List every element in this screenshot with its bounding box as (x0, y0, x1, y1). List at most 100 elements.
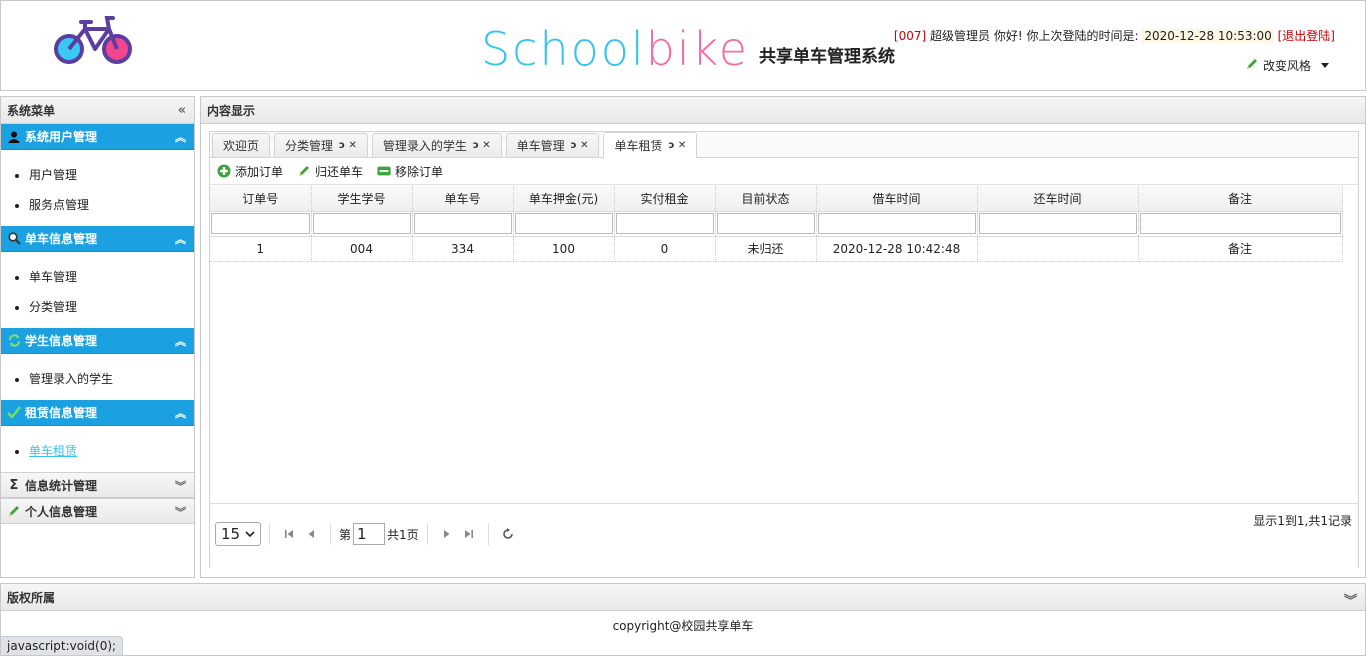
reload-icon[interactable] (497, 523, 519, 545)
column-header[interactable]: 单车号 (412, 186, 514, 212)
filter-input[interactable] (978, 213, 1137, 234)
tab-refresh-close-icon[interactable]: ↄ ✕ (668, 140, 686, 151)
column-header[interactable]: 还车时间 (977, 186, 1139, 212)
section-bike-info[interactable]: 单车信息管理 ︽ (1, 226, 194, 252)
change-style-menu[interactable]: 改变风格 (1245, 57, 1329, 74)
last-page-icon[interactable] (458, 523, 480, 545)
section-rental-info[interactable]: 租赁信息管理 ︽ (1, 400, 194, 426)
sidebar-title-label: 系统菜单 (7, 103, 56, 118)
column-header[interactable]: 学生学号 (311, 186, 413, 212)
tab-refresh-close-icon[interactable]: ↄ ✕ (339, 140, 357, 151)
menu-link[interactable]: 单车管理 (29, 270, 77, 284)
section-label: 租赁信息管理 (25, 406, 98, 420)
remove-icon (377, 164, 391, 178)
column-header[interactable]: 订单号 (210, 186, 312, 212)
section-student-info[interactable]: 学生信息管理 ︽ (1, 328, 194, 354)
remove-order-button[interactable]: 移除订单 (377, 163, 443, 180)
menu-item-bike-rental[interactable]: 单车租赁 (29, 436, 194, 466)
section-statistics[interactable]: Σ 信息统计管理 ︾ (1, 472, 194, 498)
chevron-down-icon[interactable]: ︾ (175, 478, 186, 494)
menu-link[interactable]: 分类管理 (29, 300, 77, 314)
header: School bike 共享单车管理系统 [007] 超级管理员 你好! 你上次… (0, 0, 1366, 91)
section-label: 个人信息管理 (25, 504, 98, 519)
collapse-left-icon[interactable]: « (178, 103, 186, 118)
menu-link[interactable]: 用户管理 (29, 168, 77, 182)
table-row[interactable]: 1 004 334 100 0 未归还 2020-12-28 10:42:48 … (210, 236, 1343, 262)
tab-label: 欢迎页 (223, 139, 260, 153)
pagination: 15 第 1 共1页 显示1到1,共1记录 (210, 503, 1358, 567)
menu-link[interactable]: 单车租赁 (29, 444, 77, 458)
footer-title-label: 版权所属 (7, 590, 56, 605)
cell-rent-paid: 0 (614, 236, 716, 262)
filter-row (210, 211, 1343, 237)
column-header[interactable]: 目前状态 (715, 186, 817, 212)
user-id: [007] (893, 29, 927, 43)
next-page-icon[interactable] (436, 523, 458, 545)
tab-category-management[interactable]: 分类管理 ↄ ✕ (274, 133, 368, 157)
user-icon (7, 130, 21, 144)
filter-input[interactable] (615, 213, 714, 234)
cell-deposit: 100 (513, 236, 615, 262)
tab-label: 单车管理 (516, 139, 565, 153)
tab-bike-rental[interactable]: 单车租赁 ↄ ✕ (603, 132, 698, 158)
pager-separator (330, 523, 331, 545)
filter-input[interactable] (1139, 213, 1341, 234)
menu-item-user-management[interactable]: 用户管理 (29, 160, 194, 190)
tab-label: 分类管理 (285, 139, 334, 153)
column-header[interactable]: 备注 (1138, 186, 1343, 212)
last-login-time: 2020-12-28 10:53:00 (1142, 29, 1274, 43)
menu-item-service-points[interactable]: 服务点管理 (29, 190, 194, 220)
menu-item-registered-students[interactable]: 管理录入的学生 (29, 364, 194, 394)
cell-return-time (977, 236, 1139, 262)
sidebar-title: 系统菜单 « (1, 97, 194, 124)
menu-item-category-management[interactable]: 分类管理 (29, 292, 194, 322)
brand-subtitle: 共享单车管理系统 (759, 47, 895, 67)
chevron-up-icon[interactable]: ︽ (175, 129, 186, 145)
pencil-icon (1245, 57, 1259, 74)
return-bike-button[interactable]: 归还单车 (297, 163, 363, 180)
section-body: 用户管理 服务点管理 (1, 150, 194, 226)
filter-input[interactable] (817, 213, 976, 234)
page-total: 共1页 (387, 527, 419, 542)
filter-input[interactable] (716, 213, 815, 234)
filter-input[interactable] (413, 213, 512, 234)
tab-label: 管理录入的学生 (382, 139, 467, 153)
user-greeting: 超级管理员 你好! 你上次登陆的时间是: (930, 29, 1139, 43)
chevron-up-icon[interactable]: ︽ (175, 333, 186, 349)
filter-input[interactable] (514, 213, 613, 234)
chevron-down-icon[interactable]: ︾ (1344, 590, 1357, 609)
tab-bike-management[interactable]: 单车管理 ↄ ✕ (505, 133, 600, 157)
chevron-down-icon[interactable]: ︾ (175, 504, 186, 520)
cell-bike-id: 334 (412, 236, 514, 262)
section-system-users[interactable]: 系统用户管理 ︽ (1, 124, 194, 150)
footer-title: 版权所属 ︾ (1, 584, 1365, 611)
user-info: [007] 超级管理员 你好! 你上次登陆的时间是: 2020-12-28 10… (894, 27, 1335, 44)
column-header[interactable]: 借车时间 (816, 186, 978, 212)
search-icon (7, 232, 21, 246)
menu-link[interactable]: 服务点管理 (29, 198, 89, 212)
bicycle-logo-icon (51, 13, 135, 71)
logout-link[interactable]: [退出登陆] (1278, 29, 1335, 43)
first-page-icon[interactable] (278, 523, 300, 545)
cell-remark: 备注 (1138, 236, 1343, 262)
section-personal-info[interactable]: 个人信息管理 ︾ (1, 498, 194, 524)
datagrid: 添加订单 归还单车 移除订单 订单号 学生学号 单车号 单车押金(元) 实付租金… (210, 158, 1358, 568)
chevron-up-icon[interactable]: ︽ (175, 231, 186, 247)
tab-refresh-close-icon[interactable]: ↄ ✕ (473, 140, 491, 151)
tab-registered-students[interactable]: 管理录入的学生 ↄ ✕ (371, 133, 502, 157)
tab-refresh-close-icon[interactable]: ↄ ✕ (571, 140, 589, 151)
filter-input[interactable] (312, 213, 411, 234)
page-size-select[interactable]: 15 (215, 522, 261, 546)
page-number-input[interactable]: 1 (353, 523, 386, 545)
change-style-label: 改变风格 (1262, 59, 1311, 73)
chevron-up-icon[interactable]: ︽ (175, 405, 186, 421)
column-header[interactable]: 单车押金(元) (513, 186, 615, 212)
menu-item-bike-management[interactable]: 单车管理 (29, 262, 194, 292)
filter-input[interactable] (211, 213, 310, 234)
menu-link[interactable]: 管理录入的学生 (29, 372, 113, 386)
return-bike-label: 归还单车 (315, 164, 364, 179)
add-order-button[interactable]: 添加订单 (217, 163, 283, 180)
column-header[interactable]: 实付租金 (614, 186, 716, 212)
tab-welcome[interactable]: 欢迎页 (212, 133, 271, 157)
prev-page-icon[interactable] (300, 523, 322, 545)
